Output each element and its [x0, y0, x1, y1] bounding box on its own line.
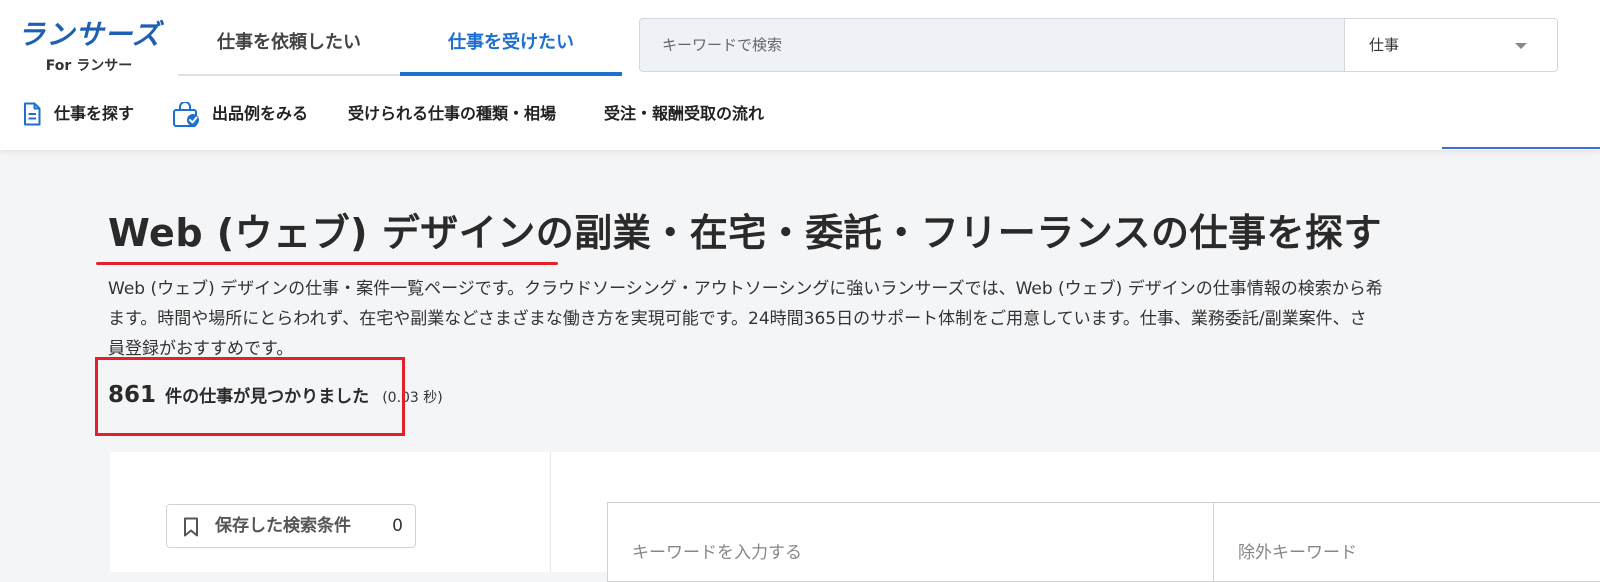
subnav-find-work[interactable]: 仕事を探す — [22, 92, 134, 136]
description-line: Web (ウェブ) デザインの仕事・案件一覧ページです。クラウドソーシング・アウ… — [108, 279, 1383, 299]
keyword-input[interactable] — [607, 502, 1213, 582]
shopping-bag-icon — [173, 102, 199, 127]
tab-receive-work[interactable]: 仕事を受けたい — [400, 18, 622, 76]
subnav-work-types[interactable]: 受けられる仕事の種類・相場 — [348, 92, 556, 136]
search-category-value: 仕事 — [1369, 36, 1400, 54]
result-highlight-box — [95, 357, 405, 436]
subnav-find-work-label: 仕事を探す — [54, 104, 135, 123]
bookmark-icon — [184, 517, 198, 537]
header-search-input[interactable] — [639, 18, 1345, 72]
chevron-down-icon — [1515, 43, 1527, 49]
saved-search-count: 0 — [392, 516, 403, 536]
tab-request-work[interactable]: 仕事を依頼したい — [178, 18, 400, 76]
subnav-view-examples[interactable]: 出品例をみる — [172, 92, 308, 136]
exclude-keyword-input[interactable] — [1213, 502, 1600, 582]
site-header: ランサーズ For ランサー 仕事を依頼したい 仕事を受けたい 仕事 仕事を探す — [0, 0, 1600, 150]
logo-sub-text: For ランサー — [45, 58, 133, 74]
sub-navigation: 仕事を探す 出品例をみる 受けられる仕事の種類・相場 受注・報酬受取の流れ — [0, 92, 1000, 136]
saved-search-label: 保存した検索条件 — [215, 516, 351, 536]
description-line: ます。時間や場所にとらわれず、在宅や副業などさまざまな働き方を実現可能です。24… — [108, 309, 1367, 329]
page-title: Web (ウェブ) デザインの副業・在宅・委託・フリーランスの仕事を探す — [108, 211, 1382, 255]
title-highlight-underline — [96, 262, 558, 265]
subnav-order-flow[interactable]: 受注・報酬受取の流れ — [604, 92, 764, 136]
saved-search-button[interactable]: 保存した検索条件 0 — [166, 504, 416, 548]
page-description: Web (ウェブ) デザインの仕事・案件一覧ページです。クラウドソーシング・アウ… — [108, 274, 1600, 364]
document-icon — [24, 102, 41, 126]
search-category-select[interactable]: 仕事 — [1345, 18, 1558, 72]
logo-main-text: ランサーズ — [17, 18, 161, 51]
lancers-logo[interactable]: ランサーズ For ランサー — [14, 18, 164, 76]
subnav-view-examples-label: 出品例をみる — [212, 104, 309, 123]
partial-link-underline[interactable] — [1442, 147, 1600, 149]
